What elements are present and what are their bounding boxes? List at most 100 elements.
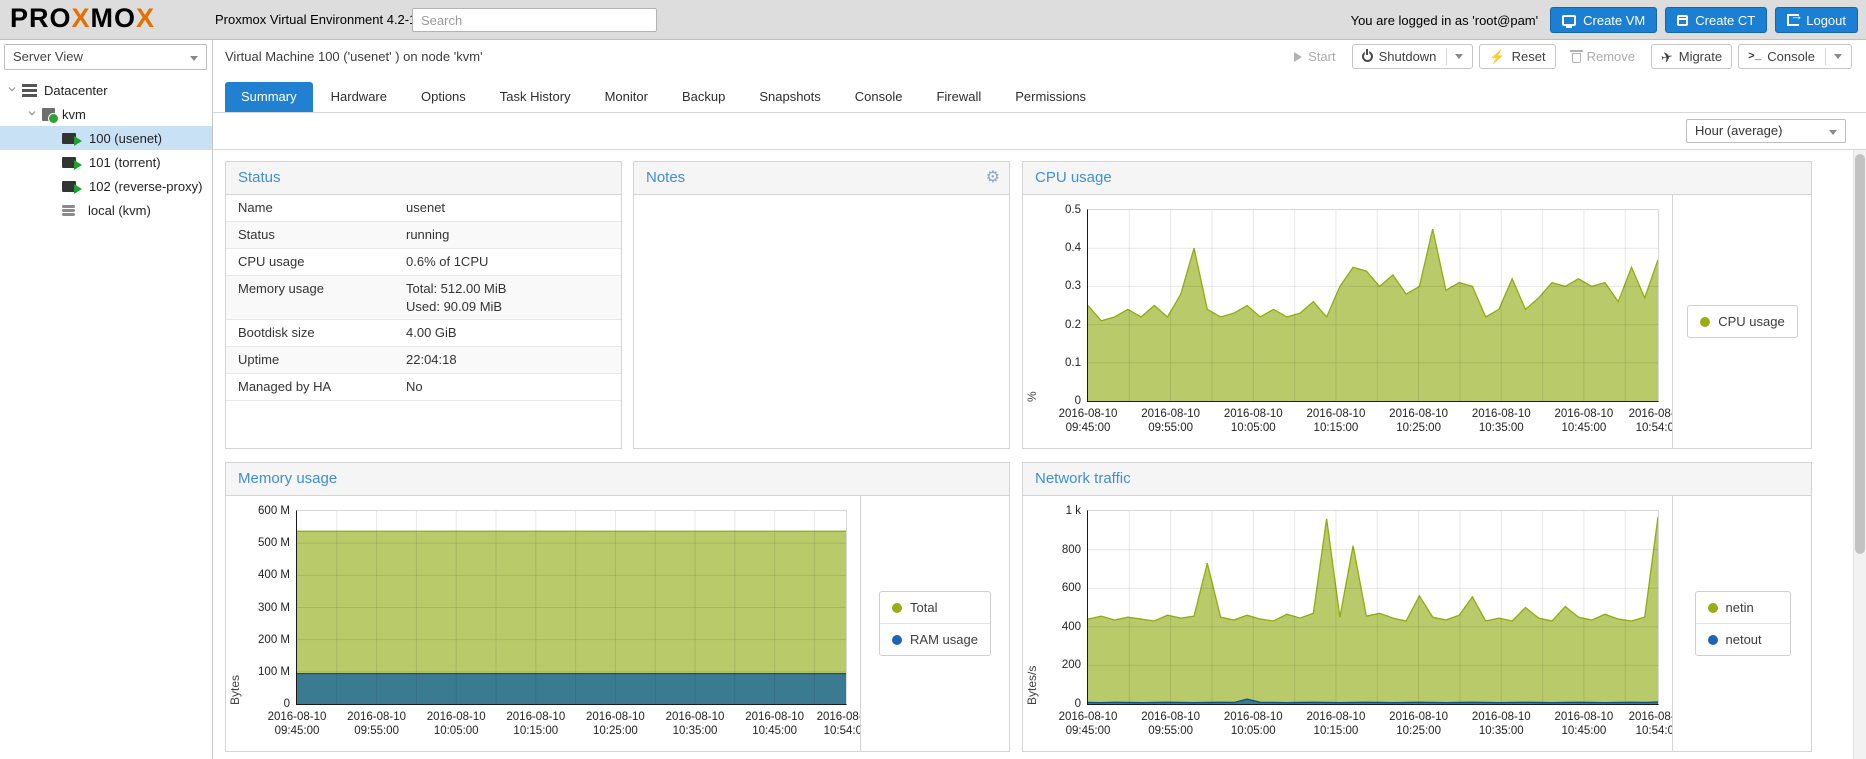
cpu-chart: % 0 0.1 0.2 0.3 0.4 0.5 2016-08-1009:45:… [1023,195,1673,448]
network-traffic-panel: Network traffic Bytes/s 0 200 400 600 80… [1022,462,1812,752]
y-axis-label: Bytes/s [1025,496,1039,705]
tree-item-node-kvm[interactable]: kvm [0,102,212,126]
sidebar: Server View Datacenter kvm 100 (usenet) … [0,40,213,759]
vertical-scrollbar[interactable] [1853,150,1866,759]
tree-item-vm-101[interactable]: 101 (torrent) [0,150,212,174]
remove-button[interactable]: Remove [1562,44,1645,69]
top-header: PROXMOX Proxmox Virtual Environment 4.2-… [0,0,1866,40]
chevron-down-icon[interactable] [1455,54,1463,59]
series-dot [892,603,902,613]
vm-running-icon [62,181,76,192]
vm-running-icon [62,133,76,144]
expander-icon[interactable] [8,84,15,91]
tab-permissions[interactable]: Permissions [999,82,1102,112]
tab-summary[interactable]: Summary [225,82,313,112]
play-icon [1294,52,1302,62]
panel-title: Memory usage [238,470,337,487]
login-status-text: You are logged in as 'root@pam' [1351,13,1539,28]
migrate-button[interactable]: ✈Migrate [1651,44,1732,69]
network-legend: netin netout [1673,496,1812,751]
node-icon [42,108,55,121]
memory-plot-area: 0 100 M 200 M 300 M 400 M 500 M 600 M 20… [296,510,847,705]
logout-icon [1787,14,1799,26]
proxmox-logo: PROXMOX [10,3,155,34]
storage-icon [62,205,75,208]
tree-item-vm-100[interactable]: 100 (usenet) [0,126,212,150]
datacenter-icon [22,84,37,87]
page-title: Virtual Machine 100 ('usenet' ) on node … [225,40,483,73]
vm-titlebar: Virtual Machine 100 ('usenet' ) on node … [213,40,1866,73]
search-input[interactable] [412,8,657,32]
scrollbar-thumb[interactable] [1855,154,1865,554]
memory-area-chart [297,511,846,704]
gear-icon[interactable]: ⚙ [986,170,1000,186]
monitor-icon [1562,15,1576,26]
summary-content: Status Nameusenet Statusrunning CPU usag… [213,150,1866,759]
logout-button[interactable]: Logout [1775,7,1858,33]
y-axis-label: Bytes [228,496,242,705]
tab-monitor[interactable]: Monitor [589,82,664,112]
view-selector-dropdown[interactable]: Server View [4,44,207,70]
create-vm-button[interactable]: Create VM [1550,7,1657,33]
shutdown-button[interactable]: Shutdown [1352,44,1474,69]
y-axis-label: % [1025,195,1039,402]
lightning-icon: ⚡ [1489,50,1505,63]
tree-item-vm-102[interactable]: 102 (reverse-proxy) [0,174,212,198]
send-plane-icon: ✈ [1660,48,1674,64]
tab-bar: Summary Hardware Options Task History Mo… [213,73,1866,113]
tree-item-storage-local[interactable]: local (kvm) [0,198,212,222]
expander-icon[interactable] [28,108,35,115]
trash-icon [1572,53,1581,63]
legend-item: netout [1696,623,1790,655]
cpu-legend: CPU usage [1673,195,1812,448]
series-dot [1708,635,1718,645]
notes-panel: Notes ⚙ [633,161,1010,449]
status-row-memory: Memory usageTotal: 512.00 MiBUsed: 90.09… [226,276,621,320]
cpu-area-chart [1088,210,1658,401]
tab-hardware[interactable]: Hardware [315,82,403,112]
network-plot-area: 0 200 400 600 800 1 k 2016-08-1009:45:00… [1087,510,1659,705]
legend-item: RAM usage [880,623,990,655]
start-button[interactable]: Start [1284,44,1345,69]
chevron-down-icon [1829,130,1837,135]
resource-tree: Datacenter kvm 100 (usenet) 101 (torrent… [0,78,212,222]
console-button[interactable]: >_Console [1738,44,1852,69]
network-chart: Bytes/s 0 200 400 600 800 1 k 2016-08-10… [1023,496,1673,751]
series-dot [892,635,902,645]
legend-item: netin [1696,592,1790,623]
chart-range-toolbar: Hour (average) [213,113,1866,150]
vm-running-icon [62,157,76,168]
status-panel: Status Nameusenet Statusrunning CPU usag… [225,161,622,449]
terminal-icon: >_ [1748,51,1761,63]
create-ct-button[interactable]: Create CT [1665,7,1767,33]
legend-item: CPU usage [1688,306,1796,337]
tab-options[interactable]: Options [405,82,482,112]
memory-chart: Bytes 0 100 M 200 M 300 M 400 M 500 M 60… [226,496,861,751]
tab-snapshots[interactable]: Snapshots [743,82,836,112]
power-icon [1362,51,1373,62]
legend-item: Total [880,592,990,623]
reset-button[interactable]: ⚡Reset [1479,44,1555,69]
panel-title: Status [238,169,281,186]
status-row-cpu: CPU usage0.6% of 1CPU [226,249,621,276]
tab-console[interactable]: Console [839,82,919,112]
chevron-down-icon [190,56,198,61]
tab-backup[interactable]: Backup [666,82,741,112]
time-range-dropdown[interactable]: Hour (average) [1686,119,1846,143]
tab-task-history[interactable]: Task History [484,82,587,112]
panel-title: Notes [646,169,685,186]
network-area-chart [1088,511,1658,704]
panel-title: CPU usage [1035,169,1112,186]
series-dot [1700,317,1710,327]
container-cube-icon [1677,15,1688,26]
status-row-name: Nameusenet [226,195,621,222]
cpu-plot-area: 0 0.1 0.2 0.3 0.4 0.5 2016-08-1009:45:00… [1087,209,1659,402]
chevron-down-icon[interactable] [1834,54,1842,59]
tree-item-datacenter[interactable]: Datacenter [0,78,212,102]
series-dot [1708,603,1718,613]
status-row-status: Statusrunning [226,222,621,249]
notes-body[interactable] [634,195,1009,449]
main-area: Virtual Machine 100 ('usenet' ) on node … [213,40,1866,759]
status-row-uptime: Uptime22:04:18 [226,347,621,374]
tab-firewall[interactable]: Firewall [920,82,997,112]
